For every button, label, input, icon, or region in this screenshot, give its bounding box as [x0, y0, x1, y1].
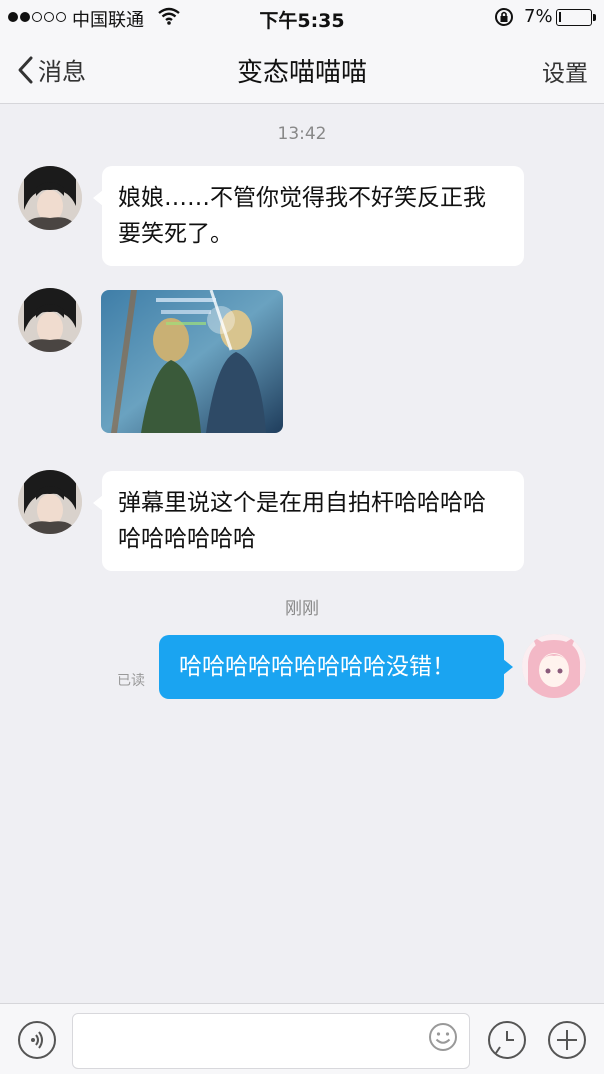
rotation-lock-icon [495, 8, 513, 26]
anime-screenshot-image [101, 290, 283, 433]
timestamp: 刚刚 [285, 599, 319, 619]
image-message[interactable] [101, 290, 283, 433]
contact-avatar[interactable] [18, 288, 82, 352]
page-title: 变态喵喵喵 [236, 58, 367, 88]
message-bubble-incoming[interactable]: 娘娘……不管你觉得我不好笑反正我要笑死了。 [93, 166, 524, 266]
plus-icon [557, 1030, 577, 1050]
message-bubble-incoming[interactable]: 弹幕里说这个是在用自拍杆哈哈哈哈哈哈哈哈哈哈 [93, 471, 524, 571]
battery-percent: 7% [524, 6, 553, 27]
input-bar [0, 1003, 604, 1074]
battery-icon [556, 9, 592, 26]
settings-button[interactable]: 设置 [542, 54, 588, 88]
avatar-image [18, 470, 82, 534]
battery-tip [593, 14, 596, 21]
history-button[interactable] [488, 1021, 526, 1059]
read-receipt: 已读 [117, 673, 145, 689]
contact-avatar[interactable] [18, 470, 82, 534]
contact-avatar[interactable] [18, 166, 82, 230]
clock-icon [495, 1031, 514, 1054]
battery-level-fill [559, 12, 561, 22]
emoji-icon[interactable] [428, 1022, 458, 1052]
nav-bar: 消息 变态喵喵喵 设置 [0, 36, 604, 104]
voice-icon [31, 1031, 43, 1049]
voice-button[interactable] [18, 1021, 56, 1059]
avatar-image [522, 634, 586, 698]
message-bubble-outgoing[interactable]: 哈哈哈哈哈哈哈哈哈没错！ [159, 635, 513, 699]
self-avatar[interactable] [522, 634, 586, 698]
status-bar: 中国联通 下午5:35 7% [0, 0, 604, 36]
message-input[interactable] [72, 1013, 470, 1069]
avatar-image [18, 166, 82, 230]
avatar-image [18, 288, 82, 352]
more-button[interactable] [548, 1021, 586, 1059]
timestamp: 13:42 [277, 124, 327, 144]
